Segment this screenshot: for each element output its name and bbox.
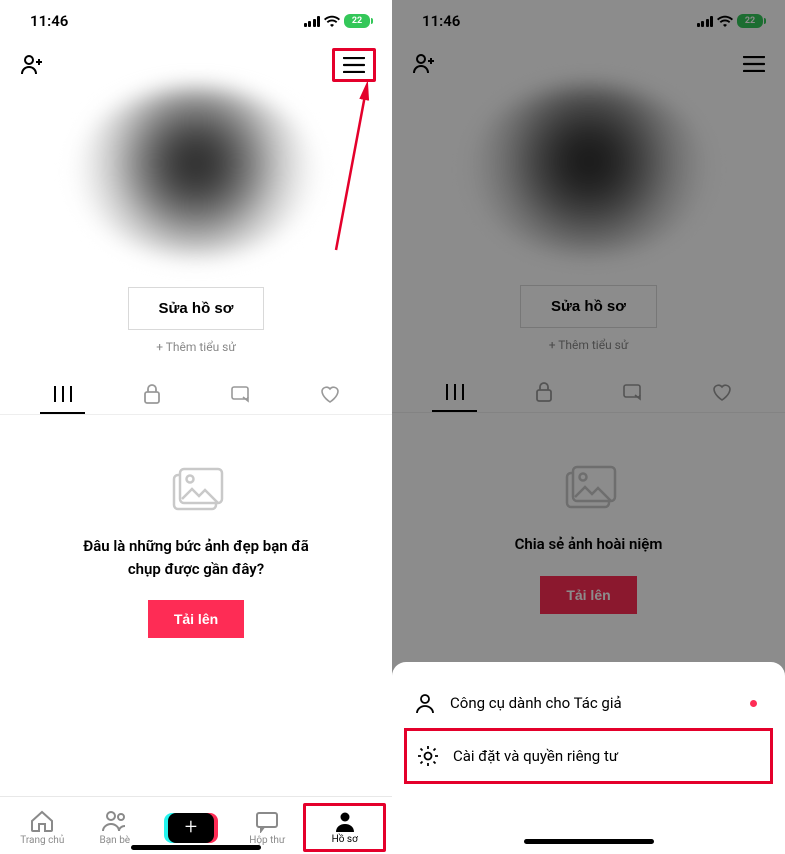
hamburger-icon [743, 56, 765, 72]
add-bio-button[interactable]: + Thêm tiểu sử [0, 340, 392, 354]
inbox-icon [254, 809, 280, 833]
heart-icon [319, 384, 341, 404]
edit-profile-button[interactable]: Sửa hồ sơ [128, 287, 265, 330]
image-placeholder-icon [168, 465, 224, 513]
grid-icon [445, 383, 465, 401]
add-friend-button[interactable] [408, 48, 440, 80]
person-outline-icon [414, 692, 436, 714]
tab-private[interactable] [499, 372, 588, 412]
repost-icon [622, 383, 644, 401]
nav-profile[interactable]: Hồ sơ [303, 803, 386, 852]
battery-icon: 22 [737, 14, 763, 28]
profile-tabs [392, 366, 785, 413]
empty-state-title: Chia sẻ ảnh hoài niệm [432, 533, 745, 556]
add-bio-button[interactable]: + Thêm tiểu sử [392, 338, 785, 352]
sheet-settings-privacy[interactable]: Cài đặt và quyền riêng tư [404, 728, 773, 784]
status-right: 22 [304, 14, 371, 28]
tab-private[interactable] [107, 374, 196, 414]
notification-dot-icon [750, 700, 757, 707]
friends-icon [101, 809, 129, 833]
tab-liked[interactable] [678, 372, 767, 412]
status-time: 11:46 [422, 12, 460, 30]
profile-icon [334, 810, 356, 832]
heart-icon [711, 382, 733, 402]
lock-icon [535, 382, 553, 402]
tab-grid[interactable] [18, 375, 107, 413]
home-indicator [524, 839, 654, 844]
empty-state: Đâu là những bức ảnh đẹp bạn đã chụp đượ… [0, 415, 392, 688]
nav-friends[interactable]: Bạn bè [79, 805, 152, 850]
person-plus-icon [412, 52, 436, 76]
upload-button[interactable]: Tải lên [540, 576, 636, 614]
nav-create[interactable]: + [151, 809, 231, 847]
menu-sheet: Công cụ dành cho Tác giả Cài đặt và quyề… [392, 662, 785, 854]
wifi-icon [324, 15, 340, 27]
sheet-settings-label: Cài đặt và quyền riêng tư [453, 747, 618, 765]
wifi-icon [717, 15, 733, 27]
phone-right: 11:46 22 Sửa hồ sơ + Thêm tiểu sử [392, 0, 785, 854]
avatar-blurred [76, 87, 316, 257]
upload-button[interactable]: Tải lên [148, 600, 244, 638]
tab-liked[interactable] [285, 374, 374, 414]
grid-icon [53, 385, 73, 403]
plus-icon: + [168, 813, 214, 843]
add-friend-button[interactable] [16, 49, 48, 81]
nav-friends-label: Bạn bè [100, 835, 131, 846]
gear-icon [417, 745, 439, 767]
nav-home[interactable]: Trang chủ [6, 805, 79, 850]
nav-inbox[interactable]: Hộp thư [231, 805, 304, 850]
empty-state: Chia sẻ ảnh hoài niệm Tải lên [392, 413, 785, 664]
edit-profile-button[interactable]: Sửa hồ sơ [520, 285, 657, 328]
sheet-creator-tools[interactable]: Công cụ dành cho Tác giả [404, 678, 773, 728]
signal-icon [697, 16, 714, 27]
hamburger-icon [343, 57, 365, 73]
nav-home-label: Trang chủ [20, 835, 64, 846]
sheet-creator-tools-label: Công cụ dành cho Tác giả [450, 694, 622, 712]
person-plus-icon [20, 53, 44, 77]
phone-left: 11:46 22 Sửa hồ sơ + Thêm tiểu sử [0, 0, 392, 854]
home-indicator [131, 845, 261, 850]
tab-grid[interactable] [410, 373, 499, 411]
status-bar: 11:46 22 [0, 0, 392, 38]
status-bar: 11:46 22 [392, 0, 785, 38]
repost-icon [230, 385, 252, 403]
nav-profile-label: Hồ sơ [332, 834, 358, 845]
image-placeholder-icon [561, 463, 617, 511]
tab-repost[interactable] [196, 375, 285, 413]
tab-repost[interactable] [589, 373, 678, 411]
menu-button[interactable] [332, 48, 376, 82]
profile-tabs [0, 368, 392, 415]
avatar-area [392, 75, 785, 265]
menu-button[interactable] [739, 52, 769, 76]
battery-icon: 22 [344, 14, 370, 28]
home-icon [29, 809, 55, 833]
lock-icon [143, 384, 161, 404]
status-right: 22 [697, 14, 764, 28]
status-time: 11:46 [30, 12, 68, 30]
arrow-annotation [328, 80, 378, 260]
avatar-blurred [469, 85, 709, 255]
signal-icon [304, 16, 321, 27]
empty-state-title: Đâu là những bức ảnh đẹp bạn đã chụp đượ… [40, 535, 352, 580]
